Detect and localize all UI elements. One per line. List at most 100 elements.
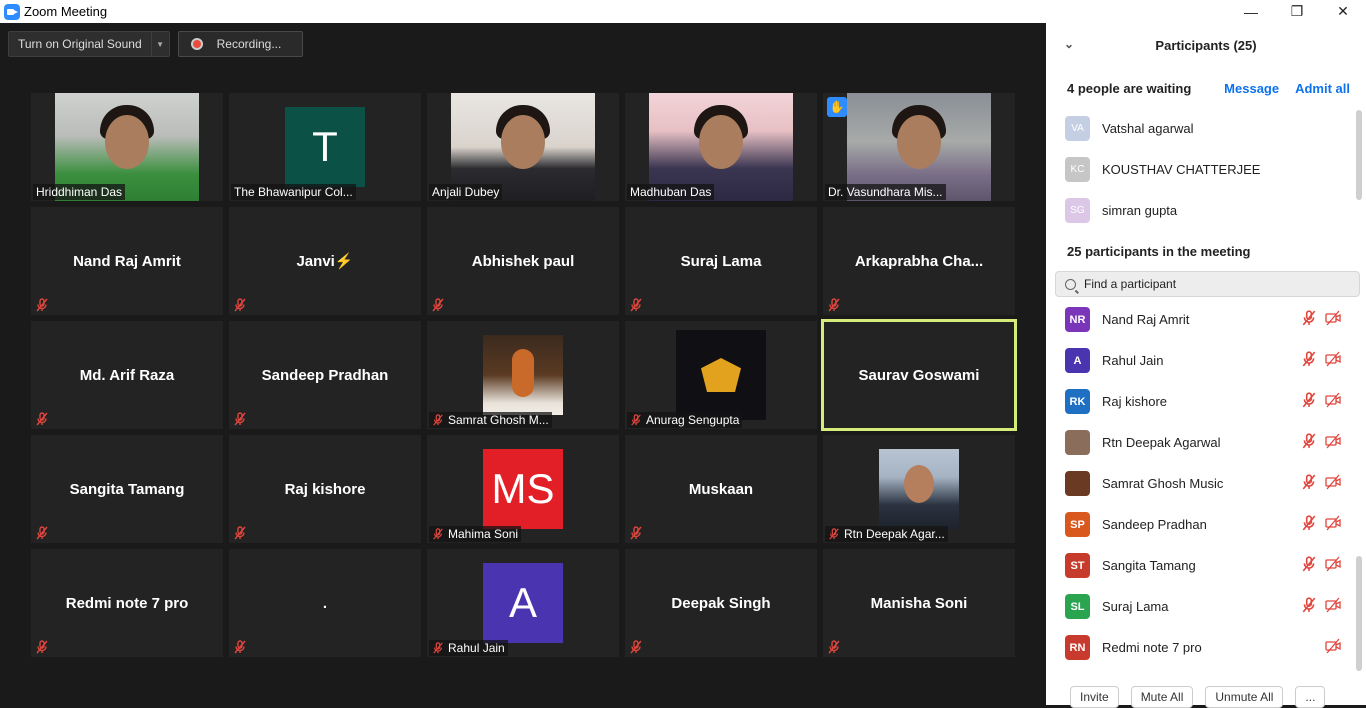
participant-tile[interactable]: Saurav Goswami bbox=[821, 319, 1017, 431]
participant-label: Rahul Jain bbox=[429, 640, 508, 656]
participant-tile[interactable]: Redmi note 7 pro bbox=[31, 549, 223, 657]
participant-tile[interactable]: T The Bhawanipur Col... bbox=[229, 93, 421, 201]
recording-indicator[interactable]: Recording... bbox=[177, 31, 303, 57]
participant-name: Raj kishore bbox=[1102, 394, 1168, 409]
participant-tile[interactable]: Abhishek paul bbox=[427, 207, 619, 315]
participant-name: . bbox=[322, 594, 328, 612]
participant-tile[interactable]: Hriddhiman Das bbox=[31, 93, 223, 201]
participant-row[interactable]: A Rahul Jain bbox=[1046, 340, 1366, 381]
participant-tile[interactable]: Sangita Tamang bbox=[31, 435, 223, 543]
mic-muted-icon bbox=[1301, 597, 1317, 616]
minimize-button[interactable]: — bbox=[1228, 0, 1274, 23]
participant-tile[interactable]: Madhuban Das bbox=[625, 93, 817, 201]
participant-tile[interactable]: Suraj Lama bbox=[625, 207, 817, 315]
mic-muted-icon bbox=[432, 642, 444, 654]
mic-muted-icon bbox=[233, 640, 247, 654]
participant-row[interactable]: SL Suraj Lama bbox=[1046, 586, 1366, 627]
avatar: RN bbox=[1065, 635, 1090, 660]
participant-name: Samrat Ghosh Music bbox=[1102, 476, 1224, 491]
participant-name: Sandeep Pradhan bbox=[1102, 517, 1207, 532]
participant-face bbox=[501, 115, 545, 169]
participant-tile[interactable]: Rtn Deepak Agar... bbox=[823, 435, 1015, 543]
participant-tile[interactable]: . bbox=[229, 549, 421, 657]
avatar bbox=[1065, 430, 1090, 455]
participants-panel: ⌄ Participants (25) 4 people are waiting… bbox=[1046, 23, 1366, 708]
camera-off-icon bbox=[1325, 351, 1341, 370]
mic-muted-icon bbox=[827, 640, 841, 654]
participant-tile[interactable]: Samrat Ghosh M... bbox=[427, 321, 619, 429]
record-icon bbox=[190, 38, 203, 50]
participant-tile[interactable]: Muskaan bbox=[625, 435, 817, 543]
participant-tile[interactable]: Deepak Singh bbox=[625, 549, 817, 657]
participant-tile[interactable]: Janvi⚡ bbox=[229, 207, 421, 315]
participant-label: Anurag Sengupta bbox=[627, 412, 743, 428]
participant-row[interactable]: Rtn Deepak Agarwal bbox=[1046, 422, 1366, 463]
search-input[interactable]: Find a participant bbox=[1055, 271, 1360, 297]
mic-muted-icon bbox=[1301, 474, 1317, 493]
participant-name: Redmi note 7 pro bbox=[1102, 640, 1202, 655]
waiting-name: Vatshal agarwal bbox=[1102, 121, 1194, 136]
avatar: SP bbox=[1065, 512, 1090, 537]
participant-name: Deepak Singh bbox=[671, 594, 771, 612]
participant-tile[interactable]: Arkaprabha Cha... bbox=[823, 207, 1015, 315]
participant-row[interactable]: NR Nand Raj Amrit bbox=[1046, 299, 1366, 340]
participant-name: Suraj Lama bbox=[680, 252, 762, 270]
chevron-down-icon[interactable]: ⌄ bbox=[1064, 37, 1074, 51]
avatar: KC bbox=[1065, 157, 1090, 182]
mic-muted-icon bbox=[1301, 351, 1317, 370]
title-bar: Zoom Meeting — ❐ ✕ bbox=[0, 0, 1366, 23]
participant-name: Nand Raj Amrit bbox=[1102, 312, 1190, 327]
participant-name: Muskaan bbox=[688, 480, 754, 498]
scrollbar[interactable] bbox=[1356, 110, 1362, 200]
zoom-logo-icon bbox=[4, 3, 20, 20]
waiting-row[interactable]: SG simran gupta bbox=[1046, 190, 1366, 231]
participant-face bbox=[897, 115, 941, 169]
participant-name: Arkaprabha Cha... bbox=[854, 252, 984, 270]
participant-tile[interactable]: A Rahul Jain bbox=[427, 549, 619, 657]
message-button[interactable]: Message bbox=[1224, 81, 1279, 96]
admit-all-button[interactable]: Admit all bbox=[1295, 81, 1350, 96]
participant-grid: Hriddhiman Das T The Bhawanipur Col... Anja… bbox=[31, 93, 1017, 657]
camera-off-icon bbox=[1325, 433, 1341, 452]
participant-face bbox=[699, 115, 743, 169]
waiting-row[interactable]: KC KOUSTHAV CHATTERJEE bbox=[1046, 149, 1366, 190]
participant-label: Samrat Ghosh M... bbox=[429, 412, 552, 428]
participant-row[interactable]: RN Redmi note 7 pro bbox=[1046, 627, 1366, 668]
search-icon bbox=[1065, 278, 1076, 290]
close-button[interactable]: ✕ bbox=[1320, 0, 1366, 23]
avatar: NR bbox=[1065, 307, 1090, 332]
waiting-name: KOUSTHAV CHATTERJEE bbox=[1102, 162, 1261, 177]
mic-muted-icon bbox=[629, 526, 643, 540]
restore-button[interactable]: ❐ bbox=[1274, 0, 1320, 23]
participant-row[interactable]: RK Raj kishore bbox=[1046, 381, 1366, 422]
participant-label: Anjali Dubey bbox=[429, 184, 503, 200]
participant-label-text: Samrat Ghosh M... bbox=[448, 413, 549, 427]
participant-row[interactable]: Samrat Ghosh Music bbox=[1046, 463, 1366, 504]
camera-off-icon bbox=[1325, 515, 1341, 534]
participant-label: Dr. Vasundhara Mis... bbox=[825, 184, 946, 200]
participant-row[interactable]: ST Sangita Tamang bbox=[1046, 545, 1366, 586]
camera-off-icon bbox=[1325, 474, 1341, 493]
avatar: ST bbox=[1065, 553, 1090, 578]
participant-row[interactable]: SP Sandeep Pradhan bbox=[1046, 504, 1366, 545]
participant-tile[interactable]: ✋ Dr. Vasundhara Mis... bbox=[823, 93, 1015, 201]
mic-muted-icon bbox=[35, 298, 49, 312]
participant-tile[interactable]: Anurag Sengupta bbox=[625, 321, 817, 429]
participant-tile[interactable]: Manisha Soni bbox=[823, 549, 1015, 657]
profile-picture-portrait bbox=[879, 449, 959, 529]
logo-icon bbox=[701, 358, 741, 392]
participant-tile[interactable]: Nand Raj Amrit bbox=[31, 207, 223, 315]
mic-muted-icon bbox=[629, 298, 643, 312]
participant-tile[interactable]: MS Mahima Soni bbox=[427, 435, 619, 543]
waiting-row[interactable]: VA Vatshal agarwal bbox=[1046, 108, 1366, 149]
video-gallery: Turn on Original Sound ▼ Recording... Hr… bbox=[0, 23, 1046, 705]
scrollbar[interactable] bbox=[1356, 556, 1362, 671]
original-sound-button[interactable]: Turn on Original Sound bbox=[8, 31, 152, 57]
search-placeholder: Find a participant bbox=[1084, 277, 1177, 291]
participant-tile[interactable]: Sandeep Pradhan bbox=[229, 321, 421, 429]
participant-tile[interactable]: Md. Arif Raza bbox=[31, 321, 223, 429]
participant-tile[interactable]: Raj kishore bbox=[229, 435, 421, 543]
chevron-down-icon[interactable]: ▼ bbox=[151, 31, 170, 57]
participant-tile[interactable]: Anjali Dubey bbox=[427, 93, 619, 201]
mic-muted-icon bbox=[431, 298, 445, 312]
